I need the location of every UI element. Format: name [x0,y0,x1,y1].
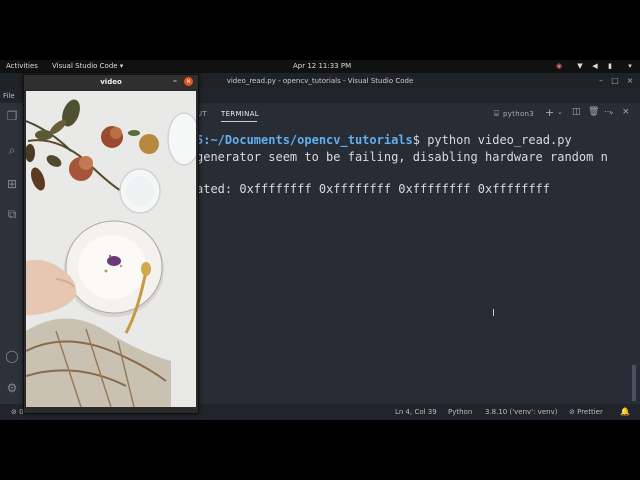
battery-icon[interactable]: ▮ [606,62,614,70]
trash-icon[interactable]: 🗑 [588,107,600,117]
minimize-icon[interactable]: – [596,76,606,86]
terminal-line: ated: 0xffffffff 0xffffffff 0xffffffff 0… [196,182,551,196]
python-interpreter[interactable]: 3.8.10 ('venv': venv) [485,408,557,416]
letterbox-bottom [0,420,640,480]
new-terminal-icon[interactable]: + [545,106,555,119]
terminal-output[interactable]: 5:~/Documents/opencv_tutorials$ python v… [196,125,632,395]
language-mode[interactable]: Python [448,408,472,416]
notifications-icon[interactable]: 🔔 [620,407,630,416]
terminal-line: 5:~/Documents/opencv_tutorials$ python v… [196,133,572,147]
close-panel-icon[interactable]: × [622,107,630,117]
menu-file[interactable]: File [3,92,15,100]
record-icon[interactable]: ◉ [555,62,563,70]
gnome-top-bar: Activities Visual Studio Code ▾ Apr 12 1… [0,60,640,73]
terminal-profile-label[interactable]: python3 [503,110,534,118]
activity-bar: ❐ ⌕ ⊞ ⧉ ◯ ⚙ [0,103,24,404]
video-minimize-icon[interactable]: – [170,76,180,86]
active-tab-indicator [221,121,257,122]
explorer-icon[interactable]: ❐ [5,109,19,123]
extensions-icon[interactable]: ⊞ [5,177,19,191]
network-icon[interactable]: ▼ [576,62,584,70]
video-frame-image [26,91,196,407]
volume-icon[interactable]: ◀ [591,62,599,70]
mouse-cursor-icon: I [492,308,495,319]
panel-tab-bar: UT TERMINAL ⌸ python3 + ⌄ ◫ 🗑 ⋯ ⌄ × [196,103,640,125]
clock[interactable]: Apr 12 11:33 PM [293,62,351,70]
video-close-icon[interactable]: × [184,77,193,86]
chevron-down-icon[interactable]: ⌄ [608,107,615,116]
account-icon[interactable]: ◯ [5,349,19,363]
video-titlebar[interactable]: video – × [24,75,198,89]
activities-button[interactable]: Activities [6,62,38,70]
app-menu[interactable]: Visual Studio Code ▾ [52,62,123,70]
cursor-position[interactable]: Ln 4, Col 39 [395,408,437,416]
terminal-line: generator seem to be failing, disabling … [196,150,608,164]
settings-gear-icon[interactable]: ⚙ [5,381,19,395]
terminal-dropdown-icon[interactable]: ⌄ [557,108,563,116]
close-icon[interactable]: × [625,76,635,86]
terminal-shell-icon: ⌸ [494,109,500,118]
system-menu-icon[interactable]: ▾ [626,62,634,70]
terminal-scrollbar[interactable] [632,365,636,401]
split-terminal-icon[interactable]: ◫ [572,107,581,117]
letterbox-top [0,0,640,60]
remote-icon[interactable]: ⧉ [5,207,19,221]
prettier-status[interactable]: ⊘ Prettier [569,408,603,416]
search-icon[interactable]: ⌕ [5,143,19,157]
video-window[interactable]: video – × [23,74,199,414]
tab-terminal[interactable]: TERMINAL [221,110,259,118]
maximize-icon[interactable]: □ [610,76,620,86]
